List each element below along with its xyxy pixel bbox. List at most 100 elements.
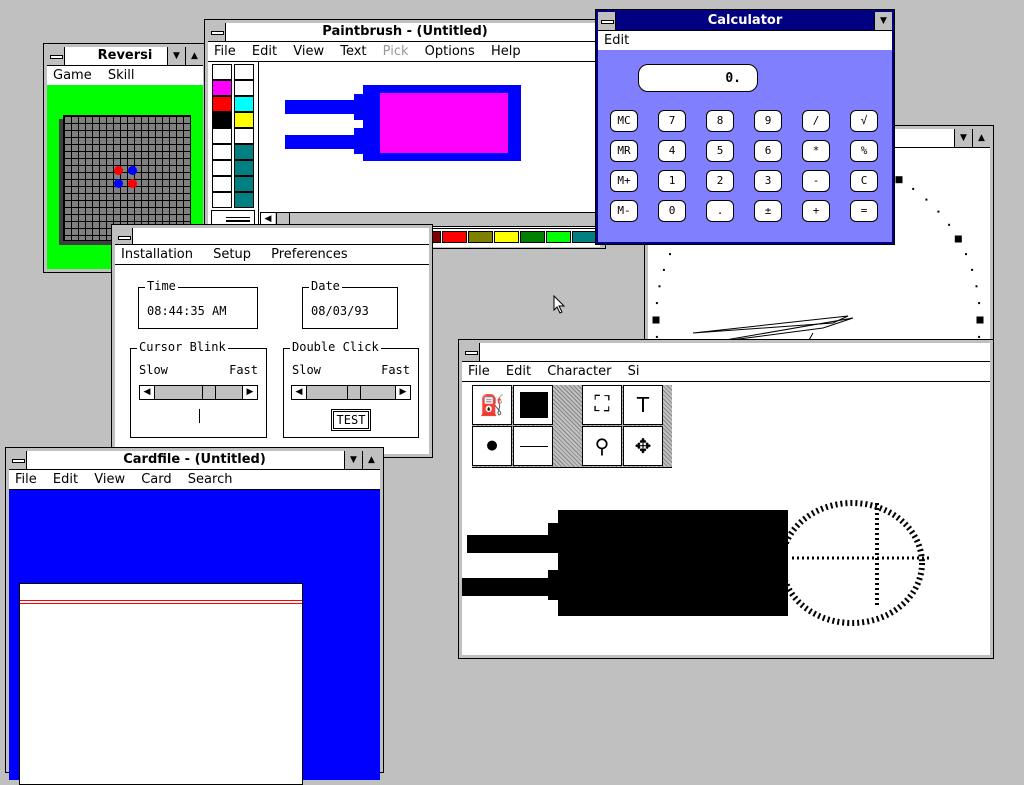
calc-button[interactable]: 3	[754, 170, 782, 192]
calc-button[interactable]: .	[706, 200, 734, 222]
paint-roller-icon[interactable]	[212, 112, 232, 128]
menu-edit[interactable]: Edit	[506, 364, 531, 379]
filled-circle-icon[interactable]	[234, 176, 254, 192]
system-menu-icon[interactable]	[47, 47, 65, 65]
calc-button[interactable]: 7	[658, 110, 686, 132]
menu-skill[interactable]: Skill	[108, 68, 135, 83]
charmap-titlebar[interactable]	[462, 343, 990, 362]
select-icon[interactable]: ⛶	[582, 385, 622, 425]
bitmap-canvas[interactable]	[462, 468, 990, 658]
palette-color-swatch[interactable]	[572, 231, 597, 243]
paint-canvas[interactable]	[260, 62, 600, 210]
index-card[interactable]	[19, 583, 303, 785]
system-menu-icon[interactable]	[598, 12, 616, 30]
menu-file[interactable]: File	[15, 472, 37, 487]
filled-box-icon[interactable]	[234, 144, 254, 160]
double-click-slider[interactable]: ◀ ▶	[291, 385, 411, 400]
spray-can-icon[interactable]: ⛽	[472, 385, 512, 425]
polygon-icon[interactable]	[212, 192, 232, 208]
calc-button[interactable]: /	[802, 110, 830, 132]
slider-thumb[interactable]	[202, 386, 216, 399]
palette-color-swatch[interactable]	[442, 231, 467, 243]
color-swatch[interactable]	[513, 385, 553, 425]
menu-search[interactable]: Search	[188, 472, 233, 487]
menu-options[interactable]: Options	[425, 44, 475, 59]
paintbrush-titlebar[interactable]: Paintbrush - (Untitled)	[208, 23, 602, 42]
line-width-icon[interactable]	[513, 426, 553, 466]
eraser-icon[interactable]	[234, 96, 254, 112]
palette-color-swatch[interactable]	[546, 231, 571, 243]
calc-button[interactable]: M-	[610, 200, 638, 222]
brush-icon[interactable]	[234, 112, 254, 128]
calculator-titlebar[interactable]: Calculator ▼	[598, 12, 892, 31]
calc-button[interactable]: 2	[706, 170, 734, 192]
scroll-left-icon[interactable]: ◀	[292, 386, 307, 399]
calc-button[interactable]: M+	[610, 170, 638, 192]
calc-button[interactable]: 5	[706, 140, 734, 162]
box-icon[interactable]	[212, 144, 232, 160]
reversi-titlebar[interactable]: Reversi ▼ ▲	[47, 47, 203, 66]
airbrush-icon[interactable]	[212, 80, 232, 96]
menu-installation[interactable]: Installation	[121, 247, 193, 262]
menu-size[interactable]: Si	[628, 364, 640, 379]
menu-preferences[interactable]: Preferences	[271, 247, 347, 262]
calc-button[interactable]: %	[850, 140, 878, 162]
cursor-blink-slider[interactable]: ◀ ▶	[139, 385, 258, 400]
menu-edit[interactable]: Edit	[53, 472, 78, 487]
scroll-right-icon[interactable]: ▶	[242, 386, 257, 399]
scroll-left-icon[interactable]: ◀	[140, 386, 155, 399]
menu-character[interactable]: Character	[547, 364, 611, 379]
control-panel-titlebar[interactable]	[115, 228, 429, 245]
scroll-right-icon[interactable]: ▶	[395, 386, 410, 399]
calc-button[interactable]: C	[850, 170, 878, 192]
calc-button[interactable]: =	[850, 200, 878, 222]
rounded-box-icon[interactable]	[212, 160, 232, 176]
text-icon[interactable]	[234, 80, 254, 96]
menu-view[interactable]: View	[293, 44, 324, 59]
system-menu-icon[interactable]	[115, 228, 133, 244]
test-button[interactable]: TEST	[331, 409, 371, 431]
calc-button[interactable]: 0	[658, 200, 686, 222]
minimize-icon[interactable]: ▼	[954, 129, 972, 147]
maximize-icon[interactable]: ▲	[185, 47, 203, 65]
calc-button[interactable]: ±	[754, 200, 782, 222]
date-value[interactable]: 08/03/93	[311, 304, 369, 318]
menu-pick[interactable]: Pick	[383, 44, 409, 59]
menu-file[interactable]: File	[468, 364, 490, 379]
system-menu-icon[interactable]	[9, 451, 27, 469]
text-tool-icon[interactable]: T	[623, 385, 663, 425]
palette-color-swatch[interactable]	[520, 231, 545, 243]
menu-edit[interactable]: Edit	[604, 33, 629, 48]
calc-button[interactable]: 8	[706, 110, 734, 132]
minimize-icon[interactable]: ▼	[167, 47, 185, 65]
palette-color-swatch[interactable]	[494, 231, 519, 243]
calc-button[interactable]: √	[850, 110, 878, 132]
minimize-icon[interactable]: ▼	[344, 451, 362, 469]
palette-color-swatch[interactable]	[468, 231, 493, 243]
line-icon[interactable]	[234, 128, 254, 144]
color-eraser-icon[interactable]	[212, 96, 232, 112]
menu-text[interactable]: Text	[340, 44, 366, 59]
menu-view[interactable]: View	[94, 472, 125, 487]
move-icon[interactable]: ✥	[623, 426, 663, 466]
system-menu-icon[interactable]	[462, 343, 480, 361]
maximize-icon[interactable]: ▲	[972, 129, 990, 147]
scissors-icon[interactable]	[212, 64, 232, 80]
filled-rounded-box-icon[interactable]	[234, 160, 254, 176]
calc-button[interactable]: MC	[610, 110, 638, 132]
minimize-icon[interactable]: ▼	[874, 12, 892, 30]
pick-icon[interactable]	[234, 64, 254, 80]
slider-thumb[interactable]	[347, 386, 361, 399]
menu-setup[interactable]: Setup	[213, 247, 251, 262]
filled-polygon-icon[interactable]	[234, 192, 254, 208]
calc-button[interactable]: 9	[754, 110, 782, 132]
circle-icon[interactable]	[212, 176, 232, 192]
curve-icon[interactable]	[212, 128, 232, 144]
net-icon[interactable]: ⚲	[582, 426, 622, 466]
calc-button[interactable]: 6	[754, 140, 782, 162]
calc-button[interactable]: +	[802, 200, 830, 222]
calc-button[interactable]: 1	[658, 170, 686, 192]
cardfile-titlebar[interactable]: Cardfile - (Untitled) ▼ ▲	[9, 451, 380, 470]
dot-brush-icon[interactable]: ●	[472, 426, 512, 466]
calc-button[interactable]: *	[802, 140, 830, 162]
